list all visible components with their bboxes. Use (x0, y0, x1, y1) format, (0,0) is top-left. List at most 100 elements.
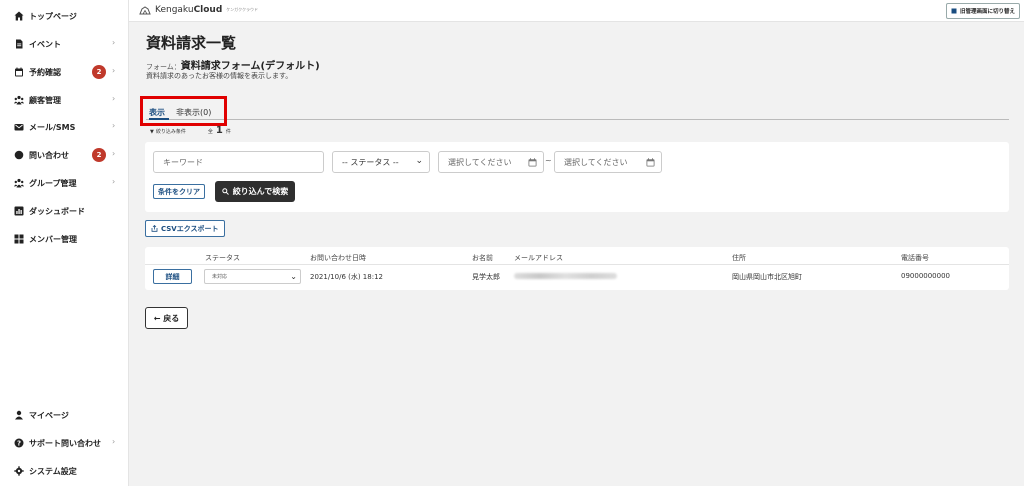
header-divider (145, 264, 1009, 265)
clear-filters-button[interactable]: 条件をクリア (153, 184, 205, 199)
main-content: 資料請求一覧 フォーム：資料請求フォーム(デフォルト) 資料請求のあったお客様の… (129, 22, 1024, 486)
csv-export-label: CSVエクスポート (161, 224, 219, 233)
calendar-icon (646, 158, 655, 167)
switch-legacy-admin-label: 旧管理画面に切り替え (959, 9, 1015, 15)
sidebar-item-groups[interactable]: グループ管理 › (0, 172, 129, 194)
people-icon (14, 95, 24, 105)
sidebar-item-label: マイページ (29, 410, 69, 420)
sidebar: トップページ イベント › 予約確認 2 › 顧客管理 › メール/SMS › … (0, 0, 129, 486)
sidebar-item-label: サポート問い合わせ (29, 438, 101, 448)
brand-subtitle: ケンガククラウド (226, 7, 259, 12)
sidebar-item-dashboard[interactable]: ダッシュボード (0, 200, 129, 222)
status-select[interactable]: -- ステータス -- ⌄ (332, 151, 430, 173)
cloud-logo-icon (139, 5, 151, 14)
calendar-icon (528, 158, 537, 167)
document-icon (14, 39, 24, 49)
column-header-datetime: お問い合わせ日時 (310, 254, 366, 262)
user-icon (14, 410, 24, 420)
csv-export-button[interactable]: CSVエクスポート (145, 220, 225, 237)
row-datetime: 2021/10/6 (水) 18:12 (310, 273, 383, 281)
sidebar-item-mypage[interactable]: マイページ (0, 404, 129, 426)
chevron-right-icon: › (112, 149, 116, 158)
switch-legacy-admin-button[interactable]: 旧管理画面に切り替え (945, 3, 1020, 19)
date-to-input[interactable]: 選択してください (554, 151, 662, 173)
notification-badge: 2 (92, 148, 106, 162)
sidebar-item-label: メンバー管理 (29, 234, 77, 244)
sidebar-item-support[interactable]: ? サポート問い合わせ › (0, 432, 129, 454)
chevron-right-icon: › (112, 94, 116, 103)
column-header-name: お名前 (472, 254, 493, 262)
search-icon (221, 188, 229, 195)
sidebar-item-label: グループ管理 (29, 178, 77, 188)
total-count: 1 (215, 125, 223, 136)
chevron-down-icon: ⌄ (290, 272, 297, 281)
sidebar-item-customers[interactable]: 顧客管理 › (0, 89, 129, 111)
chevron-right-icon: › (112, 38, 116, 47)
sidebar-item-reservation[interactable]: 予約確認 2 › (0, 61, 129, 83)
keyword-input[interactable]: キーワード (153, 151, 324, 173)
brand-name-bold: Cloud (193, 5, 223, 15)
detail-button[interactable]: 詳細 (153, 269, 192, 284)
chat-icon (14, 150, 24, 160)
calendar-icon (14, 67, 24, 77)
date-from-placeholder: 選択してください (448, 157, 512, 167)
highlight-annotation-box (140, 96, 227, 126)
tab-bar: 表示 非表示(0) (146, 105, 1009, 120)
flag-icon (951, 8, 957, 14)
form-name-line: フォーム：資料請求フォーム(デフォルト) (146, 57, 320, 72)
sidebar-item-system-settings[interactable]: システム設定 (0, 460, 129, 482)
sidebar-item-mail-sms[interactable]: メール/SMS › (0, 116, 129, 138)
chevron-right-icon: › (112, 177, 116, 186)
column-header-address: 住所 (732, 254, 746, 262)
date-to-placeholder: 選択してください (564, 157, 628, 167)
sidebar-item-event[interactable]: イベント › (0, 33, 129, 55)
back-button[interactable]: ← 戻る (145, 307, 188, 329)
row-email-redacted (514, 273, 617, 279)
filter-panel: キーワード -- ステータス -- ⌄ 選択してください ~ 選択してください … (145, 142, 1009, 212)
status-select-value: -- ステータス -- (342, 157, 399, 167)
sidebar-item-top-page[interactable]: トップページ (0, 5, 129, 27)
chart-icon (14, 206, 24, 216)
gear-icon (14, 466, 24, 476)
sidebar-item-label: 顧客管理 (29, 95, 61, 105)
svg-text:?: ? (17, 440, 21, 448)
sidebar-item-label: トップページ (29, 11, 77, 21)
brand-logo[interactable]: Kengaku Cloud ケンガククラウド (139, 5, 258, 15)
page-description: 資料請求のあったお客様の情報を表示します。 (146, 72, 293, 80)
search-button[interactable]: 絞り込んで検索 (215, 181, 295, 202)
sidebar-item-label: 予約確認 (29, 67, 61, 77)
filter-toggle-row: ▼ 絞り込み条件 全 1 件 (150, 125, 231, 136)
total-prefix: 全 (207, 129, 213, 135)
column-header-phone: 電話番号 (901, 254, 929, 262)
column-header-status: ステータス (205, 254, 240, 262)
inquiry-table: ステータス お問い合わせ日時 お名前 メールアドレス 住所 電話番号 詳細 未対… (145, 247, 1009, 290)
sidebar-item-label: システム設定 (29, 466, 77, 476)
page-title: 資料請求一覧 (146, 34, 237, 52)
caret-down-icon[interactable]: ▼ (150, 129, 154, 135)
brand-name-prefix: Kengaku (155, 5, 194, 15)
row-address: 岡山県岡山市北区旭町 (732, 273, 802, 281)
form-label: フォーム： (146, 63, 181, 71)
chevron-down-icon: ⌄ (415, 156, 423, 166)
notification-badge: 2 (92, 65, 106, 79)
sidebar-item-label: 問い合わせ (29, 150, 69, 160)
chevron-right-icon: › (112, 437, 116, 446)
sidebar-item-members[interactable]: メンバー管理 (0, 228, 129, 250)
sidebar-item-inquiry[interactable]: 問い合わせ 2 › (0, 144, 129, 166)
row-phone: 09000000000 (901, 272, 950, 280)
export-icon (151, 225, 158, 232)
date-range-separator: ~ (545, 156, 552, 165)
row-status-value: 未対応 (212, 274, 228, 280)
filter-toggle-label[interactable]: 絞り込み条件 (156, 128, 186, 135)
top-bar: Kengaku Cloud ケンガククラウド 旧管理画面に切り替え (129, 0, 1024, 22)
row-name: 見学太郎 (472, 273, 500, 281)
column-header-email: メールアドレス (514, 254, 563, 262)
group-icon (14, 178, 24, 188)
sidebar-item-label: ダッシュボード (29, 206, 85, 216)
row-status-select[interactable]: 未対応 ⌄ (204, 269, 301, 284)
sidebar-item-label: イベント (29, 39, 61, 49)
chevron-right-icon: › (112, 121, 116, 130)
date-from-input[interactable]: 選択してください (438, 151, 544, 173)
sidebar-item-label: メール/SMS (29, 122, 76, 132)
chevron-right-icon: › (112, 66, 116, 75)
